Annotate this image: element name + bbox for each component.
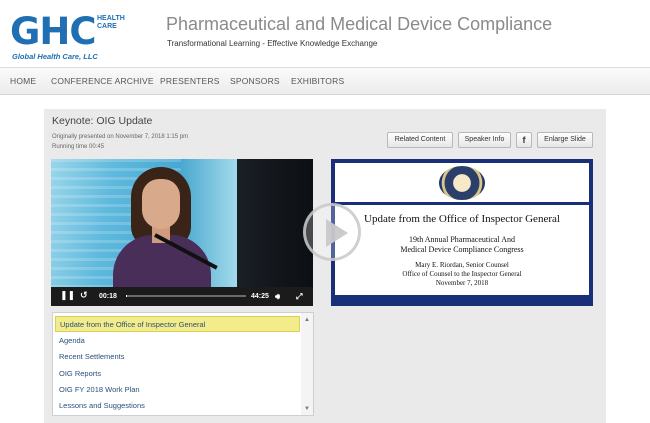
video-player[interactable]: ❚❚ ↺ 00:18 44:25 🔊︎ ⤢ <box>51 159 313 306</box>
nav-conference-archive[interactable]: CONFERENCE ARCHIVE <box>51 76 154 86</box>
nav-presenters[interactable]: PRESENTERS <box>160 76 220 86</box>
slide-line-3: Mary E. Riordan, Senior Counsel <box>415 261 509 269</box>
video-backdrop-right <box>237 159 313 287</box>
presentation-panel: Keynote: OIG Update Originally presented… <box>44 109 606 423</box>
rewind-icon[interactable]: ↺ <box>80 290 88 301</box>
presented-date: Originally presented on November 7, 2018… <box>52 134 189 140</box>
slide-divider <box>335 202 589 205</box>
main-nav: HOME CONFERENCE ARCHIVE PRESENTERS SPONS… <box>0 67 650 95</box>
duration: 44:25 <box>251 293 269 300</box>
logo-mark: GHC <box>10 10 96 53</box>
nav-sponsors[interactable]: SPONSORS <box>230 76 280 86</box>
nav-home[interactable]: HOME <box>10 76 36 86</box>
enlarge-slide-button[interactable]: Enlarge Slide <box>537 132 593 148</box>
nav-exhibitors[interactable]: EXHIBITORS <box>291 76 344 86</box>
pause-icon[interactable]: ❚❚ <box>60 290 75 301</box>
current-time: 00:18 <box>99 293 117 300</box>
slide-line-1: 19th Annual Pharmaceutical And <box>409 235 515 244</box>
chapter-item[interactable]: Lessons and Suggestions <box>55 398 300 414</box>
chapter-item[interactable]: Update from the Office of Inspector Gene… <box>55 316 300 332</box>
play-button[interactable] <box>303 203 361 261</box>
logo-side-line2: CARE <box>97 23 117 30</box>
site-header: GHC HEALTH CARE Global Health Care, LLC … <box>0 0 650 67</box>
slide-line-5: November 7, 2018 <box>435 279 489 287</box>
progress-fill <box>126 295 128 297</box>
site-title: Pharmaceutical and Medical Device Compli… <box>166 14 553 34</box>
slide-line-2: Medical Device Compliance Congress <box>400 245 524 254</box>
speaker-info-button[interactable]: Speaker Info <box>458 132 511 148</box>
speaker-body <box>113 235 211 295</box>
volume-icon[interactable]: 🔊︎ <box>275 291 280 302</box>
running-time: Running time 00:45 <box>52 144 105 150</box>
facebook-share-button[interactable]: f <box>516 132 532 148</box>
play-icon <box>326 219 348 247</box>
scroll-up-icon[interactable]: ▲ <box>304 316 310 324</box>
video-controls: ❚❚ ↺ 00:18 44:25 🔊︎ ⤢ <box>51 287 313 306</box>
chapter-item[interactable]: Agenda <box>55 333 300 349</box>
slide-line-4: Office of Counsel to the Inspector Gener… <box>402 270 522 278</box>
site-tagline: Transformational Learning - Effective Kn… <box>167 39 378 48</box>
fullscreen-icon[interactable]: ⤢ <box>296 291 302 302</box>
facebook-icon: f <box>522 135 526 145</box>
presentation-title: Keynote: OIG Update <box>52 115 153 127</box>
chapter-item[interactable]: OIG Reports <box>55 366 300 382</box>
logo-company: Global Health Care, LLC <box>12 52 98 61</box>
scroll-down-icon[interactable]: ▼ <box>304 405 310 413</box>
chapter-item[interactable]: Recent Settlements <box>55 349 300 365</box>
slide-content: Update from the Office of Inspector Gene… <box>335 163 589 295</box>
related-content-button[interactable]: Related Content <box>387 132 453 148</box>
chapter-list: Update from the Office of Inspector Gene… <box>52 312 314 416</box>
logo-side-line1: HEALTH <box>97 15 125 22</box>
slide-title: Update from the Office of Inspector Gene… <box>364 213 560 225</box>
progress-bar[interactable] <box>126 295 246 297</box>
logo-side-text: HEALTH CARE <box>97 15 127 31</box>
chapter-item[interactable]: OIG FY 2018 Work Plan <box>55 382 300 398</box>
chapter-scrollbar[interactable]: ▲ ▼ <box>301 313 313 415</box>
slide-footer <box>331 295 593 306</box>
ghc-logo[interactable]: GHC HEALTH CARE Global Health Care, LLC <box>10 12 160 62</box>
slide-viewer[interactable]: Update from the Office of Inspector Gene… <box>331 159 593 306</box>
hhs-seal-icon <box>439 166 485 200</box>
speaker-face <box>142 179 180 229</box>
